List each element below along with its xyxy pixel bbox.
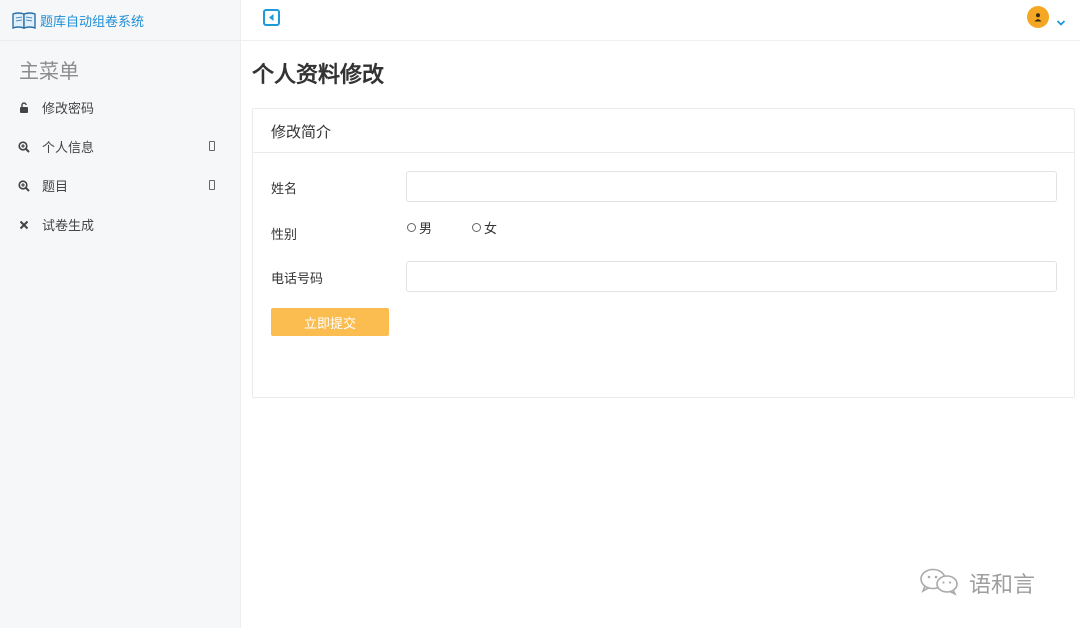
gender-label: 性别 [271,228,298,243]
panel-title: 修改简介 [253,109,1074,153]
name-label: 姓名 [271,182,298,197]
name-field[interactable] [406,171,1057,202]
app-title: 题库自动组卷系统 [40,14,145,30]
sidebar-toggle-icon[interactable] [263,9,280,26]
sidebar-item-personal-info[interactable]: 个人信息 [0,127,240,166]
chevron-down-icon[interactable] [1056,12,1066,26]
close-icon [18,219,30,231]
profile-form-panel: 修改简介 姓名 性别 男 女 电话号码 立即提交 [252,108,1075,398]
expand-indicator-icon [209,141,215,151]
expand-indicator-icon [209,180,215,190]
sidebar: 题库自动组卷系统 主菜单 修改密码 个人信息 题目 试卷生成 [0,0,241,628]
wechat-logo-icon [917,566,963,600]
sidebar-item-change-password[interactable]: 修改密码 [0,88,240,127]
phone-field[interactable] [406,261,1057,292]
menu-heading: 主菜单 [19,59,79,83]
sidebar-item-label: 个人信息 [42,141,95,156]
brand[interactable]: 题库自动组卷系统 [0,0,240,41]
page-title: 个人资料修改 [252,63,385,88]
zoom-icon [18,140,30,153]
submit-button[interactable]: 立即提交 [271,308,389,336]
radio-label: 男 [419,222,433,237]
user-icon[interactable] [1027,6,1049,28]
sidebar-item-questions[interactable]: 题目 [0,166,240,205]
radio-circle-icon[interactable] [407,223,416,232]
sidebar-item-label: 修改密码 [42,102,95,117]
zoom-icon [18,179,30,192]
gender-radio-male[interactable]: 男 [407,218,432,237]
radio-circle-icon[interactable] [472,223,482,232]
gender-radio-female[interactable]: 女 [472,218,497,237]
unlock-icon [18,102,30,114]
book-logo-icon [12,11,36,30]
app-root: 题库自动组卷系统 主菜单 修改密码 个人信息 题目 试卷生成 个人资料修改 修改… [0,0,1080,628]
sidebar-item-label: 题目 [42,180,69,195]
watermark-text: 语和言 [969,573,1036,598]
sidebar-item-label: 试卷生成 [42,219,95,234]
topbar [241,0,1080,41]
phone-label: 电话号码 [271,272,324,287]
watermark: 语和言 [917,566,1035,600]
gender-radio-group: 男 女 [407,218,537,237]
sidebar-menu: 修改密码 个人信息 题目 试卷生成 [0,88,240,244]
sidebar-item-paper-generation[interactable]: 试卷生成 [0,205,240,244]
radio-label: 女 [484,222,498,237]
